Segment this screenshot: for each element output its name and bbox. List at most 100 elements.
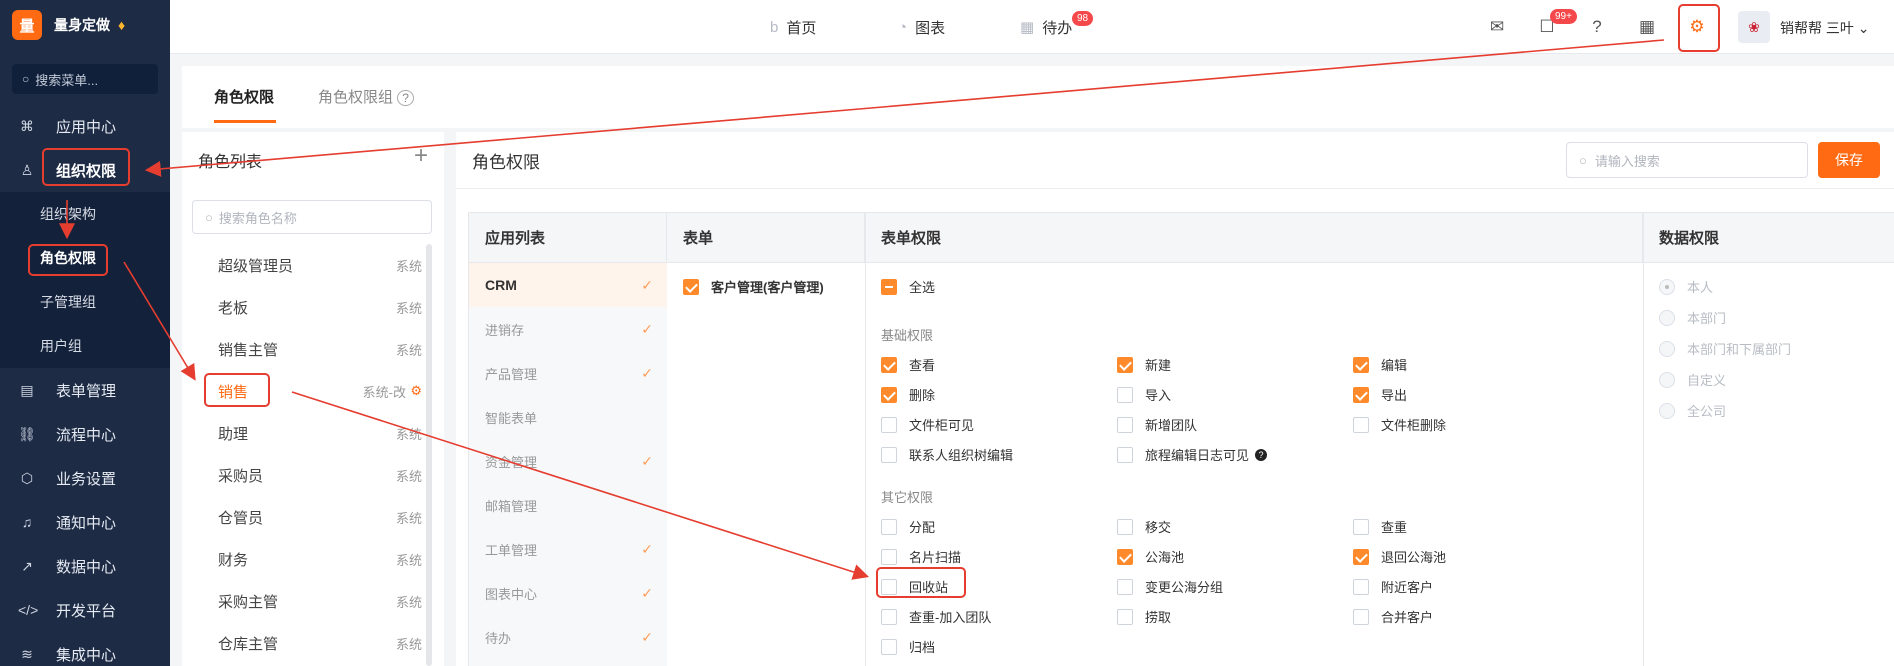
perm-checkbox[interactable] — [1353, 548, 1369, 565]
role-item[interactable]: 老板 系统 — [182, 286, 428, 328]
role-settings-icon[interactable]: ⚙ — [410, 383, 422, 399]
app-item[interactable]: 产品管理 ✓ — [469, 351, 667, 395]
select-all[interactable]: 全选 — [881, 277, 935, 296]
perm-checkbox-item[interactable]: 合并客户 — [1353, 607, 1433, 626]
perm-checkbox[interactable] — [1117, 548, 1133, 565]
perm-checkbox-item[interactable]: 新建 — [1117, 355, 1171, 374]
perm-checkbox-item[interactable]: 公海池 — [1117, 547, 1184, 566]
radio[interactable] — [1659, 402, 1675, 419]
perm-checkbox-item[interactable]: 移交 — [1117, 517, 1171, 536]
role-search-input[interactable]: ○ 搜索角色名称 — [192, 200, 432, 234]
perm-checkbox[interactable] — [881, 356, 897, 373]
user-name[interactable]: 销帮帮 三叶 ⌄ — [1780, 18, 1870, 38]
tab-home[interactable]: b 首页 — [770, 0, 816, 54]
perm-checkbox[interactable] — [1117, 386, 1133, 403]
perm-checkbox[interactable] — [1353, 608, 1369, 625]
nav-item-form-management[interactable]: ▤ 表单管理 — [0, 368, 170, 412]
perm-checkbox-item[interactable]: 查重-加入团队 — [881, 607, 991, 626]
role-item[interactable]: 助理 系统 — [182, 412, 428, 454]
perm-checkbox[interactable] — [1117, 608, 1133, 625]
app-item[interactable]: 进销存 ✓ — [469, 307, 667, 351]
perm-checkbox[interactable] — [1353, 416, 1369, 433]
perm-checkbox[interactable] — [881, 386, 897, 403]
nav-subitem-user-group[interactable]: 用户组 — [0, 324, 170, 368]
menu-search-input[interactable]: ○ 搜索菜单... — [12, 64, 158, 94]
nav-subitem-sub-admin-group[interactable]: 子管理组 — [0, 280, 170, 324]
nav-item-notification-center[interactable]: ♫ 通知中心 — [0, 500, 170, 544]
role-item[interactable]: 超级管理员 系统 — [182, 244, 428, 286]
nav-item-dev-platform[interactable]: </> 开发平台 — [0, 588, 170, 632]
perm-checkbox-item[interactable]: 查重 — [1353, 517, 1407, 536]
form-item-customer[interactable]: 客户管理(客户管理) — [683, 277, 824, 296]
select-all-checkbox[interactable] — [881, 278, 897, 295]
perm-checkbox[interactable] — [1353, 386, 1369, 403]
app-item[interactable]: 智能表单 — [469, 395, 667, 439]
permission-search-input[interactable]: ○ 请输入搜索 — [1566, 142, 1808, 178]
perm-checkbox-item[interactable]: 删除 — [881, 385, 935, 404]
nav-item-integration-center[interactable]: ≋ 集成中心 — [0, 632, 170, 666]
tab-todo[interactable]: ▦ 待办 — [1020, 0, 1072, 54]
perm-checkbox[interactable] — [881, 548, 897, 565]
perm-checkbox-item[interactable]: 变更公海分组 — [1117, 577, 1223, 596]
role-list-scrollbar[interactable] — [426, 244, 432, 666]
nav-subitem-org-structure[interactable]: 组织架构 — [0, 192, 170, 236]
role-item[interactable]: 销售主管 系统 — [182, 328, 428, 370]
perm-checkbox[interactable] — [881, 446, 897, 463]
perm-checkbox[interactable] — [1117, 416, 1133, 433]
perm-checkbox[interactable] — [1117, 518, 1133, 535]
perm-checkbox-item[interactable]: 附近客户 — [1353, 577, 1433, 596]
perm-checkbox-item[interactable]: 旅程编辑日志可见? — [1117, 445, 1268, 464]
radio[interactable] — [1659, 278, 1675, 295]
perm-checkbox[interactable] — [1117, 446, 1133, 463]
perm-checkbox-item[interactable]: 退回公海池 — [1353, 547, 1446, 566]
data-perm-radio[interactable]: 全公司 — [1659, 401, 1726, 420]
save-button[interactable]: 保存 — [1818, 142, 1880, 178]
perm-checkbox[interactable] — [1353, 356, 1369, 373]
perm-checkbox[interactable] — [1117, 356, 1133, 373]
app-item[interactable]: 资金管理 ✓ — [469, 439, 667, 483]
perm-checkbox-item[interactable]: 导入 — [1117, 385, 1171, 404]
data-perm-radio[interactable]: 本部门 — [1659, 308, 1726, 327]
perm-checkbox-item[interactable]: 捞取 — [1117, 607, 1171, 626]
add-role-icon[interactable]: + — [414, 142, 428, 170]
avatar[interactable]: ❀ — [1738, 11, 1770, 43]
question-icon[interactable]: ? — [1255, 448, 1268, 461]
form-checkbox[interactable] — [683, 278, 699, 295]
perm-checkbox-item[interactable]: 归档 — [881, 637, 935, 656]
perm-checkbox-item[interactable]: 联系人组织树编辑 — [881, 445, 1013, 464]
mail-icon[interactable]: ✉ — [1484, 14, 1510, 40]
perm-checkbox[interactable] — [881, 416, 897, 433]
radio[interactable] — [1659, 371, 1675, 388]
apps-grid-icon[interactable]: ▦ — [1634, 14, 1660, 40]
perm-checkbox[interactable] — [881, 608, 897, 625]
role-item[interactable]: 仓管员 系统 — [182, 496, 428, 538]
radio[interactable] — [1659, 340, 1675, 357]
tab-role-permission[interactable]: 角色权限 — [214, 86, 274, 107]
perm-checkbox[interactable] — [1353, 518, 1369, 535]
perm-checkbox[interactable] — [881, 638, 897, 655]
nav-item-app-center[interactable]: ⌘ 应用中心 — [0, 104, 170, 148]
tab-charts[interactable]: ◔ 图表 — [898, 0, 945, 54]
perm-checkbox-item[interactable]: 编辑 — [1353, 355, 1407, 374]
radio[interactable] — [1659, 309, 1675, 326]
data-perm-radio[interactable]: 自定义 — [1659, 370, 1726, 389]
app-item[interactable]: 工单管理 ✓ — [469, 527, 667, 571]
role-item[interactable]: 采购员 系统 — [182, 454, 428, 496]
nav-item-business-settings[interactable]: ⬡ 业务设置 — [0, 456, 170, 500]
perm-checkbox[interactable] — [1117, 578, 1133, 595]
app-item[interactable]: 图表中心 ✓ — [469, 571, 667, 615]
role-item[interactable]: 仓库主管 系统 — [182, 622, 428, 664]
perm-checkbox-item[interactable]: 文件柜可见 — [881, 415, 974, 434]
nav-item-process-center[interactable]: ⛓ 流程中心 — [0, 412, 170, 456]
app-item-crm[interactable]: CRM ✓ — [469, 263, 667, 307]
data-perm-radio[interactable]: 本人 — [1659, 277, 1713, 296]
perm-checkbox-item[interactable]: 名片扫描 — [881, 547, 961, 566]
perm-checkbox-item[interactable]: 分配 — [881, 517, 935, 536]
data-perm-radio[interactable]: 本部门和下属部门 — [1659, 339, 1791, 358]
app-item[interactable]: 待办 ✓ — [469, 615, 667, 659]
role-item[interactable]: 采购主管 系统 — [182, 580, 428, 622]
perm-checkbox-item[interactable]: 新增团队 — [1117, 415, 1197, 434]
perm-checkbox-item[interactable]: 文件柜删除 — [1353, 415, 1446, 434]
perm-checkbox[interactable] — [1353, 578, 1369, 595]
role-item[interactable]: 财务 系统 — [182, 538, 428, 580]
